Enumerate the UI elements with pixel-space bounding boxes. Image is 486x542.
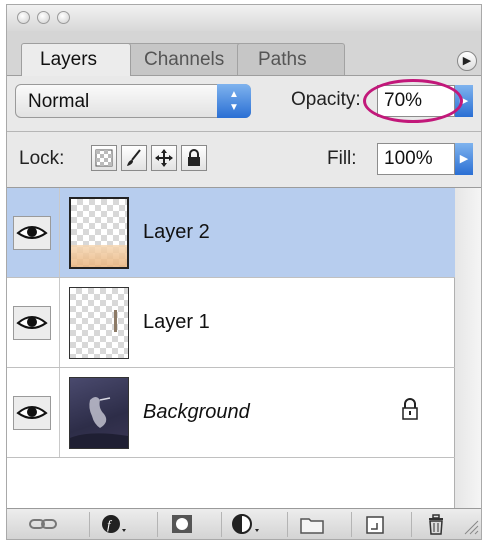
visibility-toggle[interactable] <box>13 216 51 250</box>
opacity-label: Opacity: <box>291 89 361 110</box>
new-group-icon[interactable] <box>287 512 335 537</box>
eye-icon <box>16 226 48 239</box>
adjustment-layer-icon[interactable] <box>221 512 269 537</box>
visibility-toggle[interactable] <box>13 306 51 340</box>
layer-thumbnail <box>69 197 129 269</box>
opacity-slider-button[interactable]: ▶ <box>455 85 473 117</box>
play-arrow-icon: ▶ <box>459 95 469 107</box>
zoom-window-button[interactable] <box>57 11 70 24</box>
tab-channels[interactable]: Channels <box>115 43 243 75</box>
blend-mode-value: Normal <box>28 91 90 112</box>
thumbnail-content <box>71 245 127 267</box>
layer-style-icon[interactable]: f <box>89 512 137 537</box>
tab-layers[interactable]: Layers <box>21 43 131 76</box>
eye-icon <box>16 316 48 329</box>
layers-scrollbar[interactable] <box>455 188 481 508</box>
layer-thumbnail <box>69 377 129 449</box>
lock-transparent-pixels-icon[interactable] <box>91 145 117 171</box>
lock-icon <box>401 398 419 425</box>
blend-mode-select[interactable]: Normal ▲ ▼ <box>15 84 251 118</box>
lock-all-icon[interactable] <box>181 145 207 171</box>
layer-name: Layer 2 <box>143 221 210 243</box>
panel-tabs: Channels Paths Layers ▶ <box>7 31 481 76</box>
fill-field[interactable]: 100% <box>377 143 455 175</box>
lock-label: Lock: <box>19 148 65 169</box>
lock-image-pixels-icon[interactable] <box>121 145 147 171</box>
play-arrow-icon: ▶ <box>459 153 469 165</box>
link-layers-icon[interactable] <box>19 512 67 537</box>
layer-mask-icon[interactable] <box>157 512 205 537</box>
panel-menu-button[interactable]: ▶ <box>457 51 477 71</box>
tab-paths[interactable]: Paths <box>237 43 345 75</box>
close-window-button[interactable] <box>17 11 30 24</box>
opacity-field[interactable]: 70% <box>377 85 455 117</box>
title-bar <box>7 5 481 32</box>
minimize-window-button[interactable] <box>37 11 50 24</box>
layers-list: Layer 2 Layer 1 Background <box>7 188 455 508</box>
lock-fill-row: Lock: Fill: 100% ▶ <box>7 131 481 188</box>
column-divider <box>59 188 60 277</box>
column-divider <box>59 278 60 367</box>
column-divider <box>59 368 60 457</box>
layer-row-background[interactable]: Background <box>7 368 455 458</box>
resize-grip-icon[interactable] <box>461 517 479 535</box>
bottom-toolbar: f <box>7 508 481 539</box>
layer-row-layer-2[interactable]: Layer 2 <box>7 188 455 278</box>
trash-icon[interactable] <box>411 512 459 537</box>
eye-icon <box>16 406 48 419</box>
visibility-toggle[interactable] <box>13 396 51 430</box>
tab-channels-label: Channels <box>144 49 225 70</box>
layers-panel: Channels Paths Layers ▶ Normal ▲ ▼ Opacit… <box>6 4 482 540</box>
blend-opacity-row: Normal ▲ ▼ Opacity: 70% ▶ <box>7 75 481 132</box>
updown-arrows-icon: ▲ ▼ <box>217 84 251 118</box>
play-arrow-icon: ▶ <box>462 55 472 67</box>
tab-paths-label: Paths <box>258 49 307 70</box>
lock-position-icon[interactable] <box>151 145 177 171</box>
layer-thumbnail <box>69 287 129 359</box>
fill-label: Fill: <box>327 148 357 169</box>
heron-photo-icon <box>70 397 128 448</box>
layer-row-layer-1[interactable]: Layer 1 <box>7 278 455 368</box>
fill-value: 100% <box>384 148 433 169</box>
thumbnail-content <box>114 310 117 332</box>
tab-layers-label: Layers <box>40 49 98 70</box>
new-layer-icon[interactable] <box>351 512 399 537</box>
opacity-value: 70% <box>384 90 423 111</box>
layer-name: Background <box>143 401 250 423</box>
layer-name: Layer 1 <box>143 311 210 333</box>
fill-slider-button[interactable]: ▶ <box>455 143 473 175</box>
